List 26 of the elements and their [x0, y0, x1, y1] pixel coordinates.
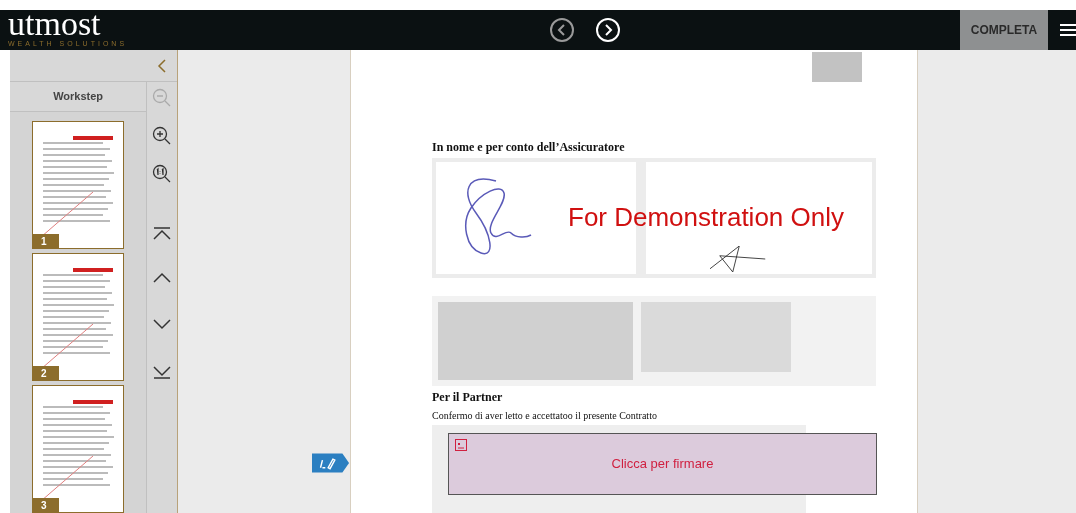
page-thumbnail[interactable]: 2 [32, 253, 125, 381]
first-page-icon[interactable] [152, 226, 173, 242]
page-thumbnail[interactable]: 3 [32, 385, 125, 513]
section-heading: Per il Partner [432, 389, 504, 406]
chevron-up-icon[interactable] [152, 272, 173, 284]
next-page-icon[interactable] [595, 17, 621, 43]
signature-field-icon [455, 439, 467, 451]
previous-page-icon[interactable] [549, 17, 575, 43]
confirmation-text: Confermo di aver letto e accettatoo il presente Contratto [432, 409, 658, 423]
last-page-icon[interactable] [152, 364, 173, 380]
page-number: 1 [33, 234, 60, 248]
logo-wordmark: utmost [8, 9, 101, 38]
page-number: 2 [33, 366, 60, 380]
complete-button[interactable]: COMPLETA [960, 10, 1048, 50]
menu-icon[interactable] [1060, 22, 1076, 38]
sign-button[interactable]: Clicca per firmare [448, 433, 877, 495]
panel-title: Workstep [10, 82, 147, 112]
signature-marker-icon[interactable] [312, 453, 350, 473]
actual-size-icon[interactable] [152, 164, 173, 184]
zoom-in-icon[interactable] [152, 126, 173, 146]
collapse-icon[interactable] [157, 57, 167, 74]
chevron-down-icon[interactable] [152, 318, 173, 330]
section-heading: In nome e per conto dell’Assicuratore [432, 139, 626, 156]
watermark: For Demonstration Only [568, 201, 844, 234]
page-thumbnail[interactable]: 1 [32, 121, 125, 249]
page-number: 3 [33, 498, 60, 512]
